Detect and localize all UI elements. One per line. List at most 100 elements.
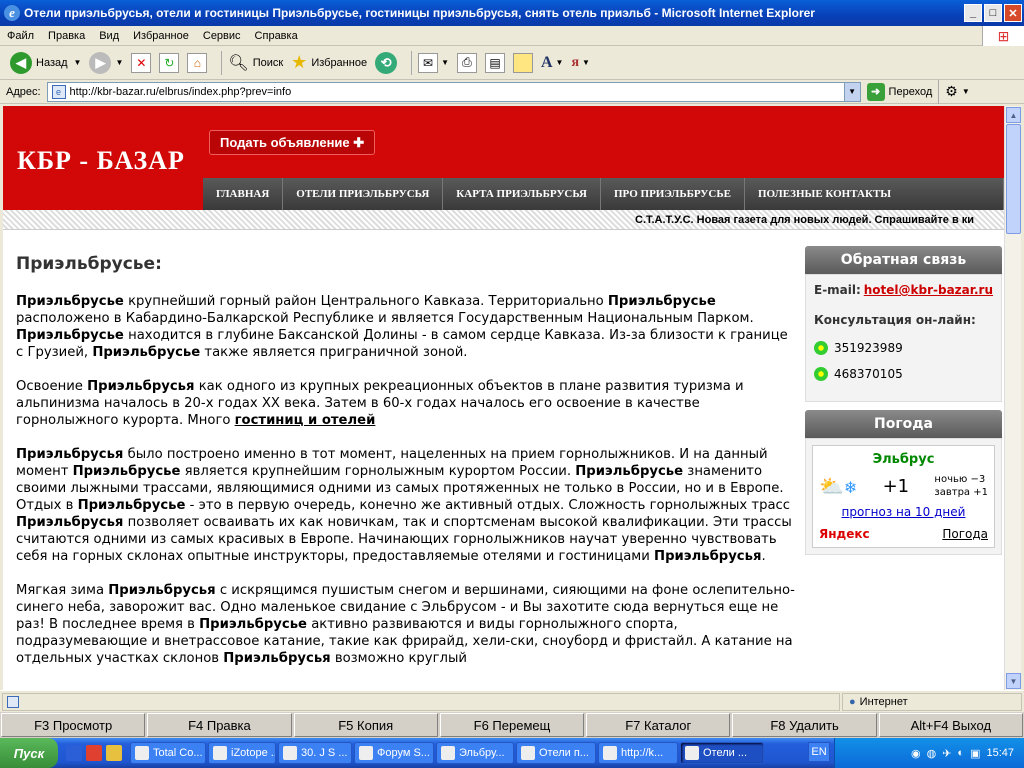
minimize-button[interactable]: _ — [964, 4, 982, 22]
links-dropdown-icon[interactable]: ▼ — [962, 87, 970, 96]
address-input[interactable]: e http://kbr-bazar.ru/elbrus/index.php?p… — [46, 81, 861, 102]
ie-icon: e — [4, 5, 20, 21]
forecast-link[interactable]: прогноз на 10 дней — [819, 505, 988, 519]
icq-flower-icon — [814, 367, 828, 381]
history-button[interactable]: ⟲ — [375, 50, 398, 76]
function-keys-bar: F3 Просмотр F4 Правка F5 Копия F6 Переме… — [0, 712, 1024, 738]
quicklaunch-icon[interactable] — [86, 745, 102, 761]
f7-mkdir-button[interactable]: F7 Каталог — [586, 713, 731, 737]
mail-dropdown-icon[interactable]: ▼ — [441, 58, 449, 67]
article-paragraph: Мягкая зима Приэльбрусья с искрящимся пу… — [16, 583, 795, 666]
app-icon — [213, 746, 227, 760]
menu-favorites[interactable]: Избранное — [126, 30, 196, 42]
tray-icon[interactable]: ▣ — [970, 747, 980, 760]
back-button[interactable]: ◀ Назад ▼ — [10, 50, 81, 76]
taskbar-button[interactable]: Форум S... — [354, 742, 434, 764]
stop-button[interactable]: ✕ — [131, 50, 152, 76]
f6-move-button[interactable]: F6 Перемещ — [439, 713, 585, 737]
favorites-label: Избранное — [311, 56, 368, 69]
translate-button[interactable]: я ▼ — [571, 50, 590, 76]
font-button[interactable]: A ▼ — [541, 50, 563, 76]
icq-contact[interactable]: 468370105 — [814, 367, 993, 381]
taskbar-button[interactable]: http://k... — [598, 742, 678, 764]
vertical-scrollbar[interactable]: ▲ ▼ — [1004, 106, 1021, 690]
nav-home[interactable]: ГЛАВНАЯ — [203, 178, 284, 210]
tray-icon[interactable]: ✈ — [942, 747, 951, 760]
links-icon[interactable]: ⚙ — [945, 83, 958, 100]
scroll-thumb[interactable] — [1006, 124, 1021, 234]
translate-icon: я — [571, 54, 580, 70]
email-label: E-mail: — [814, 283, 861, 297]
submit-ad-button[interactable]: Подать объявление ✚ — [209, 130, 376, 155]
taskbar-button[interactable]: Отели п... — [516, 742, 596, 764]
taskbar-button[interactable]: 30. J S ... — [278, 742, 352, 764]
nav-map[interactable]: КАРТА ПРИЭЛЬБРУСЬЯ — [443, 178, 601, 210]
forward-button[interactable]: ▶ ▼ — [89, 50, 123, 76]
menu-file[interactable]: Файл — [0, 30, 41, 42]
page-icon — [7, 695, 19, 708]
nav-about[interactable]: ПРО ПРИЭЛЬБРУСЬЕ — [601, 178, 745, 210]
menu-help[interactable]: Справка — [248, 30, 305, 42]
f5-copy-button[interactable]: F5 Копия — [293, 713, 438, 737]
edit-page-button[interactable]: ▤ — [484, 50, 505, 76]
taskbar-button-active[interactable]: Отели ... — [680, 742, 764, 764]
f4-edit-button[interactable]: F4 Правка — [147, 713, 292, 737]
language-indicator[interactable]: EN — [808, 742, 830, 762]
close-button[interactable]: ✕ — [1004, 4, 1022, 22]
tray-icon[interactable]: ◐ — [957, 747, 964, 759]
maximize-button[interactable]: □ — [984, 4, 1002, 22]
weather-city: Эльбрус — [872, 452, 935, 467]
scroll-up-icon[interactable]: ▲ — [1006, 107, 1021, 123]
weather-title: Погода — [805, 410, 1002, 438]
address-url: http://kbr-bazar.ru/elbrus/index.php?pre… — [69, 85, 292, 98]
feedback-box: E-mail: hotel@kbr-bazar.ru Консультация … — [805, 274, 1002, 402]
app-icon — [283, 746, 297, 760]
altf4-exit-button[interactable]: Alt+F4 Выход — [878, 713, 1023, 737]
translate-dropdown-icon[interactable]: ▼ — [582, 58, 590, 67]
forward-dropdown-icon[interactable]: ▼ — [115, 58, 123, 67]
app-icon — [603, 746, 617, 760]
clock[interactable]: 15:47 — [986, 747, 1014, 759]
back-dropdown-icon[interactable]: ▼ — [74, 58, 82, 67]
quicklaunch-icon[interactable] — [106, 745, 122, 761]
menu-view[interactable]: Вид — [92, 30, 126, 42]
address-bar: Адрес: e http://kbr-bazar.ru/elbrus/inde… — [0, 79, 1024, 104]
hotels-link[interactable]: гостиниц и отелей — [235, 413, 376, 428]
nav-contacts[interactable]: ПОЛЕЗНЫЕ КОНТАКТЫ — [744, 178, 1004, 210]
nav-hotels[interactable]: ОТЕЛИ ПРИЭЛЬБРУСЬЯ — [283, 178, 444, 210]
menu-tools[interactable]: Сервис — [196, 30, 248, 42]
refresh-button[interactable]: ↻ — [159, 50, 180, 76]
menu-edit[interactable]: Правка — [41, 30, 92, 42]
quicklaunch-icon[interactable] — [66, 745, 82, 761]
mail-button[interactable]: ✉ ▼ — [418, 50, 449, 76]
search-label: Поиск — [252, 56, 284, 69]
mail-icon: ✉ — [418, 52, 439, 73]
weather-sub: ночью −3 завтра +1 — [934, 473, 988, 499]
print-button[interactable]: ⎙ — [456, 50, 477, 76]
news-ticker[interactable]: С.Т.А.Т.У.С. Новая газета для новых люде… — [3, 210, 1004, 230]
taskbar-button[interactable]: iZotope ... — [208, 742, 276, 764]
search-button[interactable]: 🔍︎ Поиск — [228, 50, 283, 76]
font-dropdown-icon[interactable]: ▼ — [556, 58, 564, 67]
address-dropdown-icon[interactable]: ▼ — [843, 82, 860, 101]
f8-delete-button[interactable]: F8 Удалить — [732, 713, 877, 737]
go-button[interactable]: ➜ Переход — [866, 82, 932, 101]
tray-icon[interactable]: ◉ — [911, 747, 921, 760]
icq-contact[interactable]: 351923989 — [814, 341, 993, 355]
f3-view-button[interactable]: F3 Просмотр — [1, 713, 146, 737]
taskbar-button[interactable]: Total Co... — [130, 742, 206, 764]
app-icon — [685, 746, 699, 760]
favorites-button[interactable]: ★ Избранное — [291, 50, 367, 76]
site-logo[interactable]: КБР - БАЗАР — [17, 146, 185, 176]
email-link[interactable]: hotel@kbr-bazar.ru — [864, 283, 993, 297]
taskbar-button[interactable]: Эльбру... — [436, 742, 514, 764]
weather-footer-link[interactable]: Погода — [942, 527, 988, 541]
start-button[interactable]: Пуск — [0, 738, 58, 768]
yandex-logo[interactable]: Яндекс — [819, 527, 870, 541]
home-button[interactable]: ⌂ — [187, 50, 208, 76]
back-label: Назад — [36, 56, 68, 69]
scroll-down-icon[interactable]: ▼ — [1006, 673, 1021, 689]
tray-icon[interactable]: ◍ — [927, 747, 937, 760]
status-zone: ● Интернет — [842, 692, 1022, 711]
notes-button[interactable] — [512, 50, 533, 76]
